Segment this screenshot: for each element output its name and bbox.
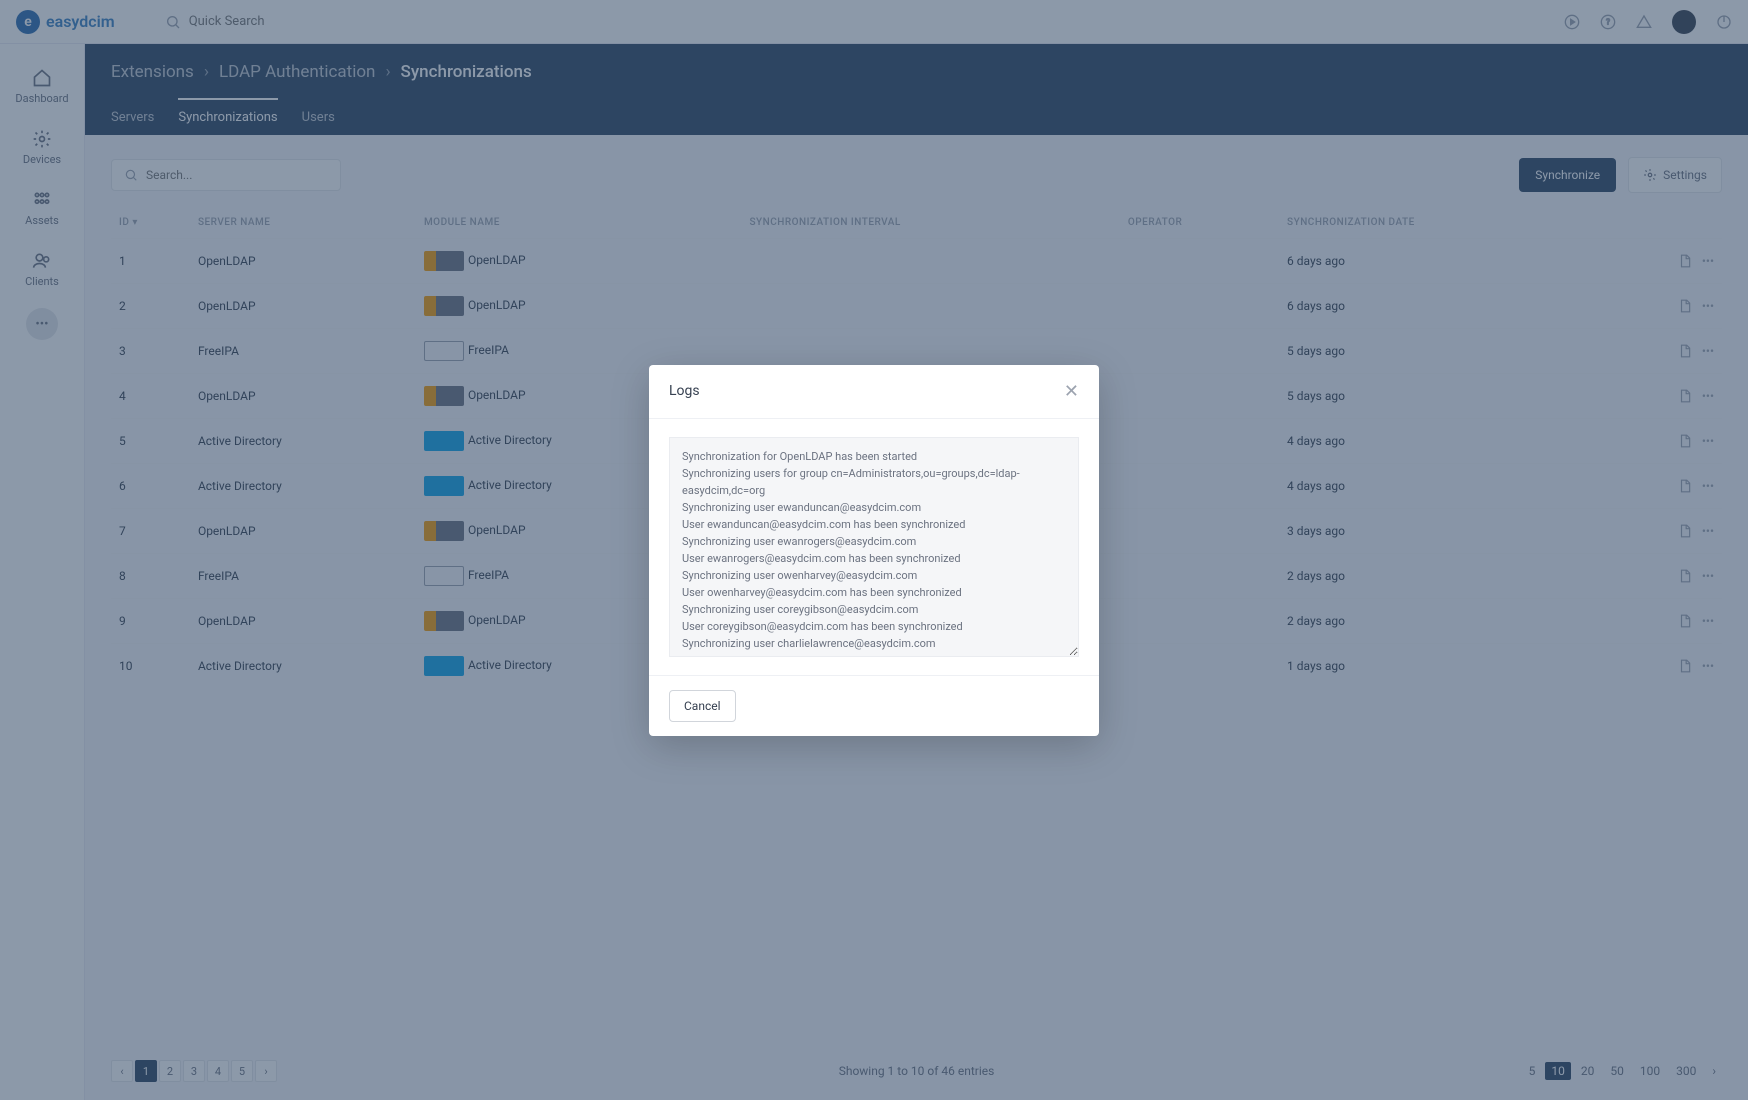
log-output[interactable]: Synchronization for OpenLDAP has been st… bbox=[669, 437, 1079, 657]
modal-overlay: Logs ✕ Synchronization for OpenLDAP has … bbox=[0, 0, 1748, 1100]
cancel-button[interactable]: Cancel bbox=[669, 690, 736, 722]
close-icon[interactable]: ✕ bbox=[1064, 381, 1079, 402]
modal-title: Logs bbox=[669, 383, 700, 399]
logs-modal: Logs ✕ Synchronization for OpenLDAP has … bbox=[649, 365, 1099, 736]
